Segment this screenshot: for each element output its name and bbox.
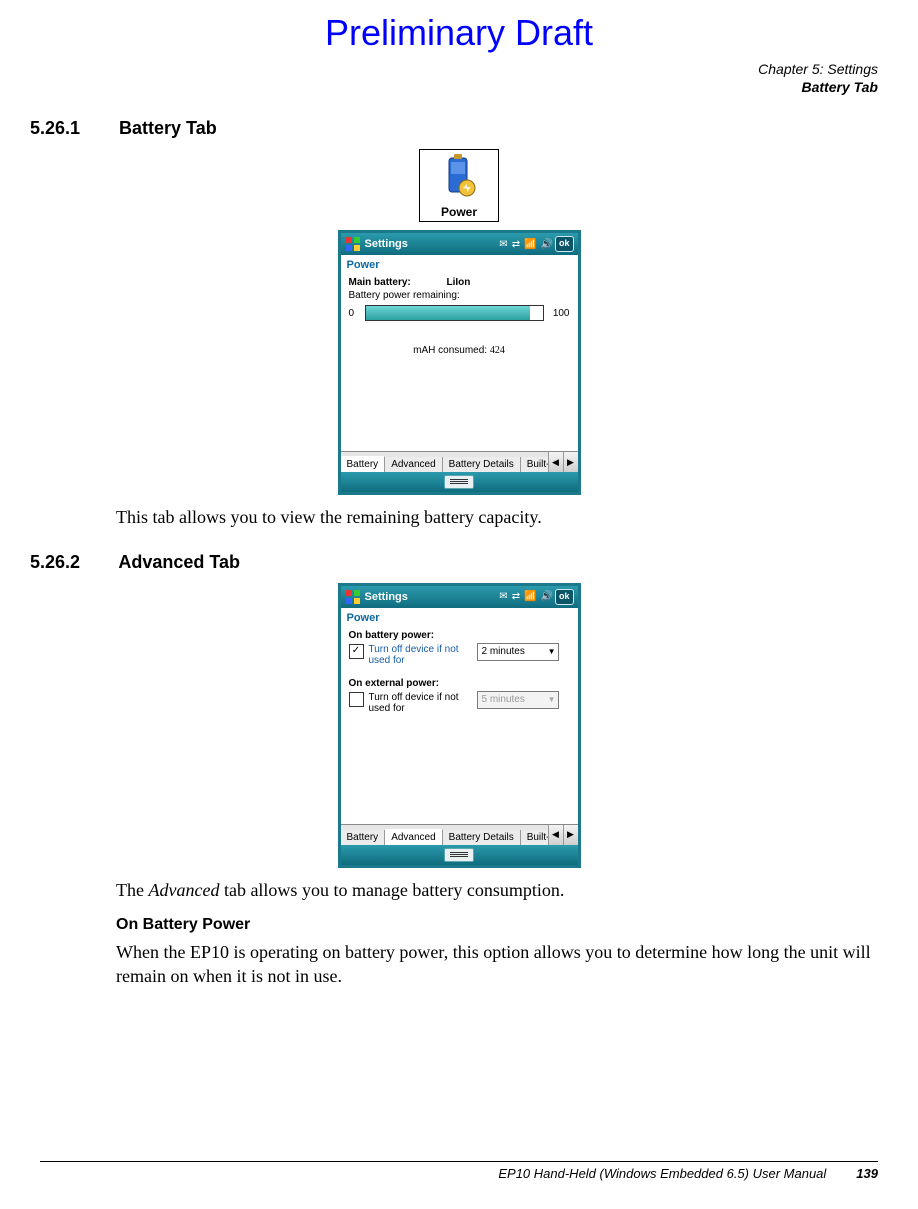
tab-battery-details[interactable]: Battery Details (443, 830, 521, 845)
manual-title: EP10 Hand-Held (Windows Embedded 6.5) Us… (498, 1166, 826, 1181)
advanced-tab-screenshot: Settings ✉︎ ⇄ 📶 🔊 ok Power On battery po… (338, 583, 581, 868)
progress-min: 0 (349, 308, 361, 319)
titlebar: Settings ✉︎ ⇄ 📶 🔊 ok (341, 586, 578, 608)
notification-icon[interactable]: ✉︎ (499, 239, 507, 250)
remaining-label: Battery power remaining: (349, 290, 570, 301)
chevron-down-icon: ▼ (548, 695, 556, 704)
tab-advanced[interactable]: Advanced (385, 829, 442, 845)
applet-title: Power (341, 255, 578, 271)
on-battery-dropdown-value: 2 minutes (482, 646, 525, 657)
progress-bar (365, 305, 544, 321)
window-title: Settings (365, 591, 500, 603)
tab-strip[interactable]: Battery Advanced Battery Details Built-I… (341, 824, 578, 845)
power-icon-label: Power (422, 205, 496, 219)
chevron-down-icon: ▼ (548, 647, 556, 656)
signal-icon[interactable]: 📶 (524, 591, 536, 602)
advanced-italic: Advanced (148, 880, 219, 900)
notification-area[interactable]: ✉︎ ⇄ 📶 🔊 (499, 239, 553, 250)
battery-icon (439, 154, 479, 198)
sip-bar[interactable] (341, 845, 578, 865)
power-applet-icon: Power (419, 149, 499, 222)
applet-title: Power (341, 608, 578, 624)
main-battery-value: LiIon (447, 277, 471, 288)
tab-scroll-left[interactable]: ◀ (548, 825, 563, 845)
window-title: Settings (365, 238, 500, 250)
section-5-26-2-title: 5.26.2 Advanced Tab (30, 552, 888, 573)
on-battery-title: On battery power: (349, 630, 570, 641)
on-external-checkbox[interactable] (349, 692, 364, 707)
tab-scroll-right[interactable]: ▶ (563, 452, 578, 472)
sec2-body-text: The Advanced tab allows you to manage ba… (116, 878, 886, 902)
sip-bar[interactable] (341, 472, 578, 492)
signal-icon[interactable]: 📶 (524, 239, 536, 250)
mah-label: mAH consumed: (413, 345, 487, 356)
section-5-26-1-title: 5.26.1 Battery Tab (30, 118, 888, 139)
on-external-dropdown-value: 5 minutes (482, 694, 525, 705)
on-external-dropdown: 5 minutes ▼ (477, 691, 559, 709)
volume-icon[interactable]: 🔊 (541, 591, 553, 602)
tab-scroll-right[interactable]: ▶ (563, 825, 578, 845)
titlebar: Settings ✉︎ ⇄ 📶 🔊 ok (341, 233, 578, 255)
tab-battery-details[interactable]: Battery Details (443, 457, 521, 472)
tab-battery[interactable]: Battery (341, 456, 386, 472)
ok-button[interactable]: ok (555, 589, 574, 605)
ok-button[interactable]: ok (555, 236, 574, 252)
volume-icon[interactable]: 🔊 (541, 239, 553, 250)
section-label: Battery Tab (30, 78, 878, 96)
section-number: 5.26.2 (30, 552, 114, 573)
tab-advanced[interactable]: Advanced (385, 457, 442, 472)
section-heading-text: Battery Tab (119, 118, 217, 138)
progress-max: 100 (548, 308, 570, 319)
tab-battery[interactable]: Battery (341, 830, 386, 845)
on-battery-power-heading: On Battery Power (116, 916, 888, 934)
advanced-tab-body: On battery power: Turn off device if not… (341, 624, 578, 824)
keyboard-icon[interactable] (444, 848, 474, 862)
on-battery-power-body: When the EP10 is operating on battery po… (116, 940, 886, 989)
on-external-title: On external power: (349, 678, 570, 689)
page-number: 139 (856, 1166, 878, 1181)
main-battery-label: Main battery: (349, 277, 447, 288)
battery-tab-screenshot: Settings ✉︎ ⇄ 📶 🔊 ok Power Main battery:… (338, 230, 581, 495)
on-battery-text: Turn off device if not used for (366, 643, 475, 668)
battery-progress: 0 100 (349, 305, 570, 321)
on-battery-dropdown[interactable]: 2 minutes ▼ (477, 643, 559, 661)
connectivity-icon[interactable]: ⇄ (512, 239, 520, 250)
notification-icon[interactable]: ✉︎ (499, 591, 507, 602)
sec1-body-text: This tab allows you to view the remainin… (116, 505, 886, 529)
start-icon[interactable] (345, 236, 361, 252)
page-footer: EP10 Hand-Held (Windows Embedded 6.5) Us… (40, 1161, 878, 1181)
tab-strip[interactable]: Battery Advanced Battery Details Built-I… (341, 451, 578, 472)
section-number: 5.26.1 (30, 118, 114, 139)
on-external-text: Turn off device if not used for (366, 691, 475, 716)
notification-area[interactable]: ✉︎ ⇄ 📶 🔊 (499, 591, 553, 602)
draft-banner: Preliminary Draft (30, 12, 888, 54)
chapter-label: Chapter 5: Settings (30, 60, 878, 78)
tab-scroll-left[interactable]: ◀ (548, 452, 563, 472)
battery-tab-body: Main battery: LiIon Battery power remain… (341, 271, 578, 451)
section-heading-text: Advanced Tab (118, 552, 240, 572)
start-icon[interactable] (345, 589, 361, 605)
page-header: Chapter 5: Settings Battery Tab (30, 60, 878, 96)
keyboard-icon[interactable] (444, 475, 474, 489)
connectivity-icon[interactable]: ⇄ (512, 591, 520, 602)
mah-value: 424 (490, 345, 505, 356)
on-battery-checkbox[interactable] (349, 644, 364, 659)
